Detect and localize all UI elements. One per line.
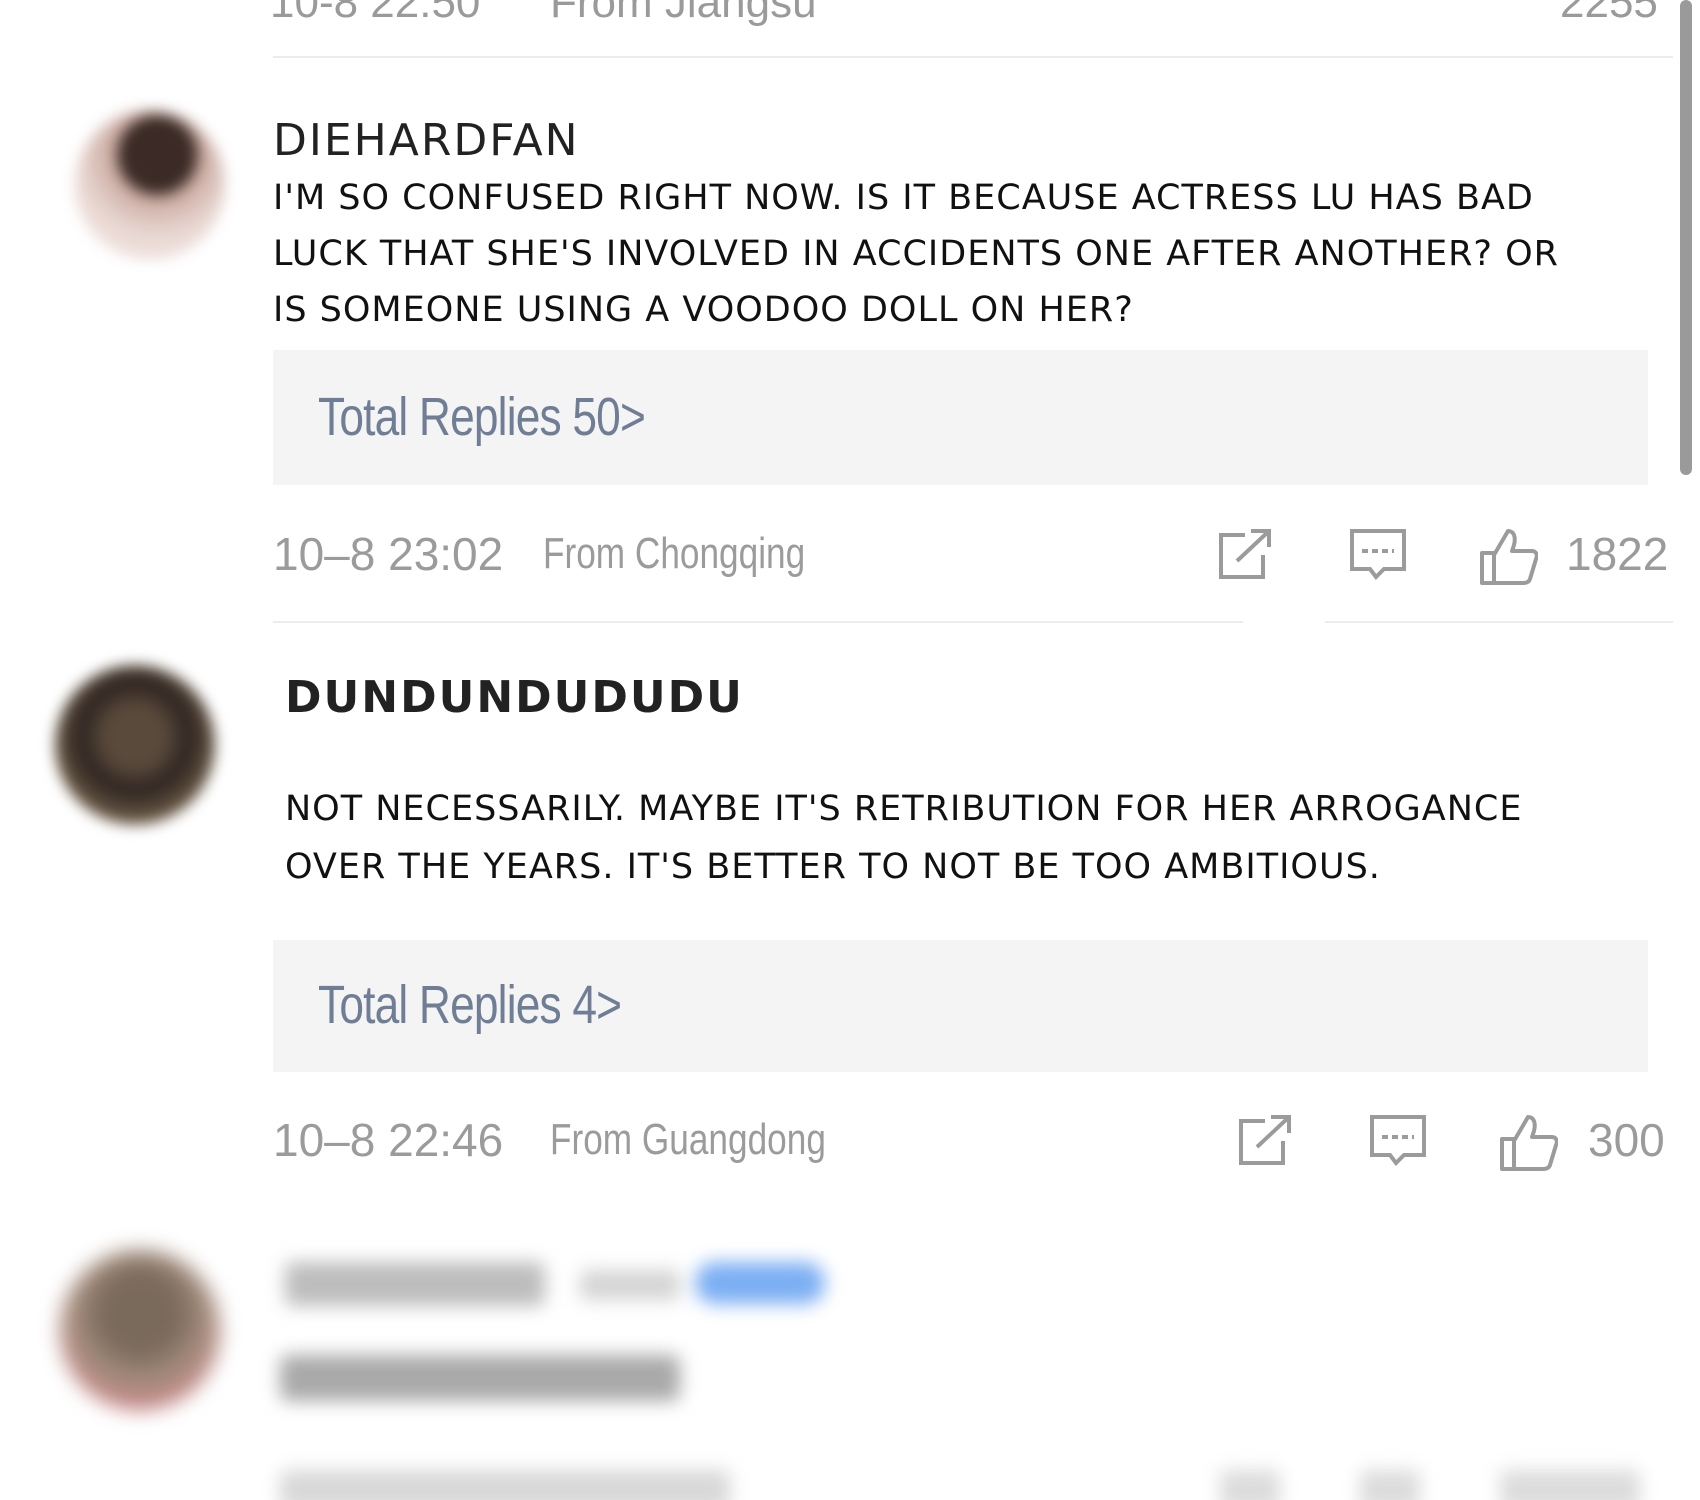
share-icon[interactable] [1213,527,1273,583]
comment-line: I'm so confused right now. Is it because… [273,178,1534,218]
comment-text: I'm so confused right now. Is it because… [273,170,1653,338]
total-replies-label[interactable]: Total Replies 50> [318,386,646,448]
thumbs-up-icon[interactable] [1500,1470,1640,1500]
divider [1325,621,1673,623]
scrollbar[interactable] [1680,0,1692,475]
avatar[interactable] [60,1250,220,1410]
location: From Guangdong [550,1115,826,1164]
comment-meta: 10–8 23:02 From Chongqing 1822 [273,527,1673,587]
location: From Chongqing [543,529,806,578]
location: From Jiangsu [550,0,817,27]
username-blurred [285,1262,545,1306]
comment-icon[interactable] [1368,1113,1428,1169]
like-count: 300 [1588,1114,1665,1166]
comment-line: luck that she's involved in accidents on… [273,234,1559,274]
comment-line: over the years. It's better to not be to… [285,847,1381,887]
like-count: 2255 [1560,0,1658,27]
timestamp: 10–8 22:46 [273,1114,504,1166]
comment-text-blurred [280,1355,680,1401]
total-replies-label[interactable]: Total Replies 4> [318,974,622,1036]
avatar[interactable] [75,110,225,260]
username[interactable]: Dundundududu [285,672,744,723]
comment-icon[interactable] [1360,1470,1420,1500]
comment-meta: 10–8 22:46 From Guangdong 300 [273,1113,1673,1173]
divider [273,621,1243,623]
comment-line: is someone using a voodoo doll on her? [273,290,1134,330]
comment-text: Not necessarily. Maybe it's retribution … [285,780,1665,896]
share-icon[interactable] [1233,1113,1293,1169]
timestamp: 10-8 22:50 [270,0,481,27]
badge-blurred [695,1262,825,1304]
total-replies-button[interactable]: Total Replies 4> [273,940,1648,1072]
meta-blurred [280,1470,730,1500]
share-icon[interactable] [1220,1470,1280,1500]
comment-line: Not necessarily. Maybe it's retribution … [285,789,1523,829]
like-count: 1822 [1566,528,1669,580]
thumbs-up-icon[interactable] [1498,1113,1559,1171]
previous-comment-meta: 10-8 22:50 From Jiangsu 2255 [270,0,1690,27]
divider [273,56,1673,58]
total-replies-button[interactable]: Total Replies 50> [273,350,1648,485]
comment-icon[interactable] [1348,527,1408,583]
comments-page: 10-8 22:50 From Jiangsu 2255 Diehardfan … [0,0,1700,1500]
thumbs-up-icon[interactable] [1478,527,1539,585]
timestamp: 10–8 23:02 [273,528,504,580]
avatar[interactable] [55,665,215,825]
level-blurred [580,1270,680,1300]
username[interactable]: Diehardfan [273,115,580,166]
